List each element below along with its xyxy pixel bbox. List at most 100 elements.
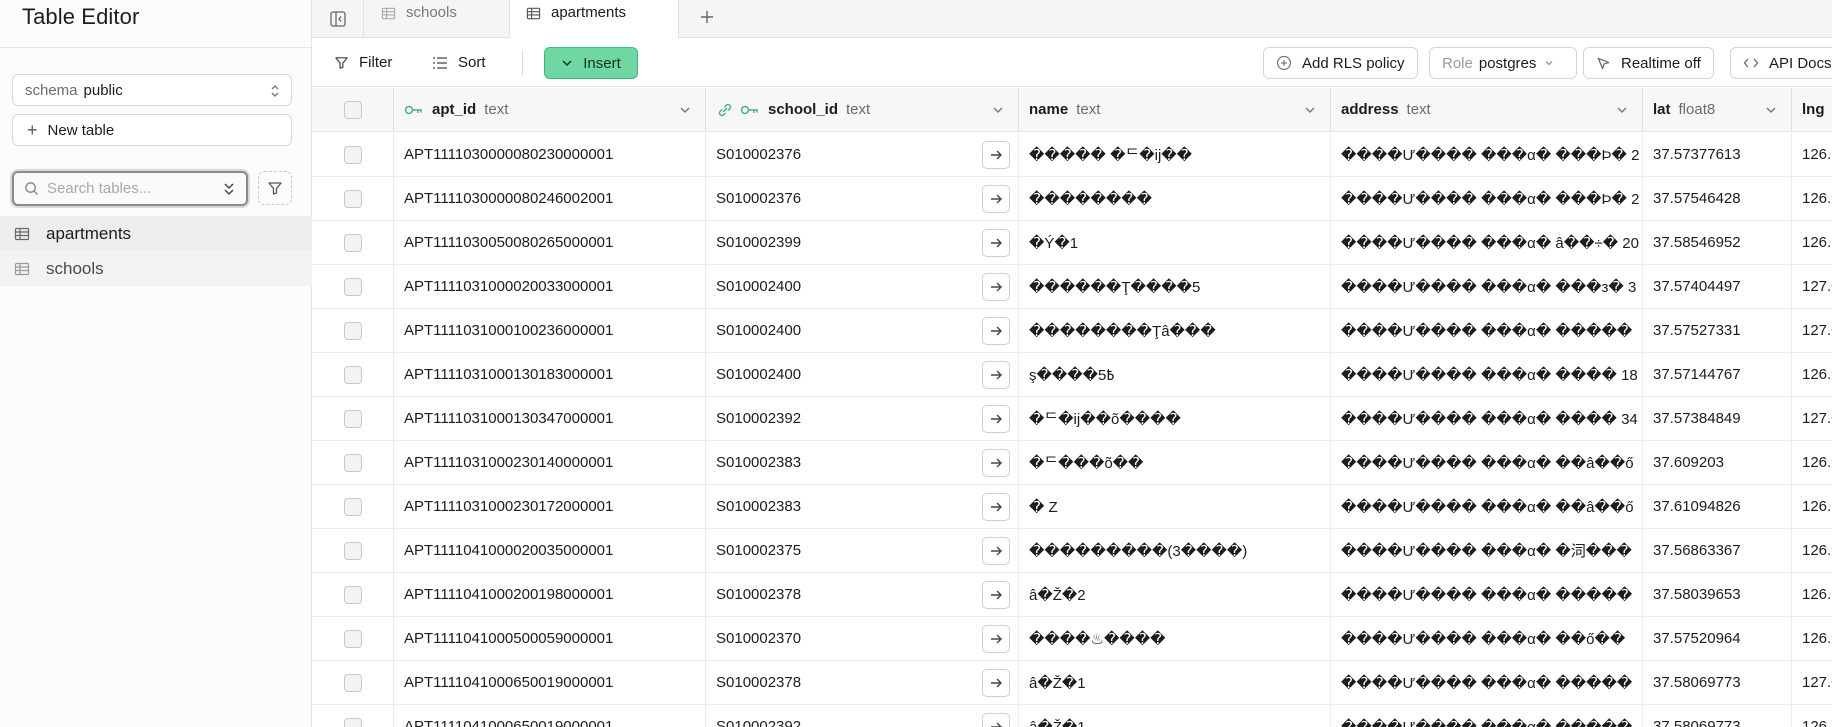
cell-apt-id[interactable]: APT1111041000200198000001 bbox=[394, 573, 706, 616]
schema-select[interactable]: schema public bbox=[12, 74, 292, 106]
cell-lng[interactable]: 127.0 bbox=[1792, 265, 1832, 308]
cell-apt-id[interactable]: APT1111030000080246002001 bbox=[394, 177, 706, 220]
table-row[interactable]: APT1111030000080230000001 S010002376 �����… bbox=[312, 133, 1832, 177]
row-checkbox[interactable] bbox=[343, 673, 362, 692]
cell-lng[interactable]: 127.0 bbox=[1792, 309, 1832, 352]
cell-apt-id[interactable]: APT1111041000650019000001 bbox=[394, 705, 706, 727]
table-row[interactable]: APT1111041000650019000001 S010002378 â�Ž�1… bbox=[312, 661, 1832, 705]
foreign-key-link-button[interactable] bbox=[982, 229, 1010, 257]
cell-school-id[interactable]: S010002376 bbox=[706, 133, 1019, 176]
cell-lng[interactable]: 126. bbox=[1792, 133, 1832, 176]
cell-address[interactable]: ����Ư���� ���α� ��ő�� bbox=[1331, 617, 1643, 660]
foreign-key-link-button[interactable] bbox=[982, 581, 1010, 609]
cell-name[interactable]: ����� �ᄃ�ij�� bbox=[1019, 133, 1331, 176]
search-tables-input[interactable] bbox=[47, 180, 207, 197]
cell-school-id[interactable]: S010002399 bbox=[706, 221, 1019, 264]
cell-lat[interactable]: 37.58069773 bbox=[1643, 705, 1792, 727]
cell-apt-id[interactable]: APT1111031000230140000001 bbox=[394, 441, 706, 484]
cell-lat[interactable]: 37.57527331 bbox=[1643, 309, 1792, 352]
row-checkbox[interactable] bbox=[343, 365, 362, 384]
cell-address[interactable]: ����Ư���� ���α� ����� bbox=[1331, 573, 1643, 616]
cell-name[interactable]: ����♨���� bbox=[1019, 617, 1331, 660]
cell-lng[interactable]: 126. bbox=[1792, 617, 1832, 660]
table-row[interactable]: APT1111041000500059000001 S010002370 ����♨… bbox=[312, 617, 1832, 661]
add-rls-policy-button[interactable]: Add RLS policy bbox=[1263, 47, 1418, 79]
chevron-down-icon[interactable] bbox=[992, 104, 1004, 116]
cell-name[interactable]: â�Ž�1 bbox=[1019, 705, 1331, 727]
cell-school-id[interactable]: S010002400 bbox=[706, 265, 1019, 308]
cell-address[interactable]: ����Ư���� ���α� ���з� 3 bbox=[1331, 265, 1643, 308]
table-row[interactable]: APT1111031000230140000001 S010002383 �ᄃ���… bbox=[312, 441, 1832, 485]
foreign-key-link-button[interactable] bbox=[982, 405, 1010, 433]
tab-schools[interactable]: schools bbox=[365, 0, 510, 38]
cell-lng[interactable]: 127.0 bbox=[1792, 397, 1832, 440]
cell-lat[interactable]: 37.56863367 bbox=[1643, 529, 1792, 572]
cell-school-id[interactable]: S010002400 bbox=[706, 353, 1019, 396]
row-checkbox[interactable] bbox=[343, 629, 362, 648]
cell-school-id[interactable]: S010002392 bbox=[706, 397, 1019, 440]
chevrons-down-icon[interactable] bbox=[222, 181, 236, 197]
cell-lng[interactable]: 126. bbox=[1792, 177, 1832, 220]
row-checkbox[interactable] bbox=[343, 717, 362, 727]
tab-apartments[interactable]: apartments bbox=[510, 0, 679, 39]
cell-name[interactable]: ���������(3����) bbox=[1019, 529, 1331, 572]
cell-school-id[interactable]: S010002392 bbox=[706, 705, 1019, 727]
table-row[interactable]: APT1111041000650019000001 S010002392 â�Ž�1… bbox=[312, 705, 1832, 727]
cell-name[interactable]: â�Ž�1 bbox=[1019, 661, 1331, 704]
api-docs-button[interactable]: API Docs bbox=[1730, 47, 1832, 79]
filter-button[interactable]: Filter bbox=[334, 48, 392, 77]
cell-address[interactable]: ����Ư���� ���α� ����� bbox=[1331, 309, 1643, 352]
foreign-key-link-button[interactable] bbox=[982, 493, 1010, 521]
row-checkbox[interactable] bbox=[343, 453, 362, 472]
cell-school-id[interactable]: S010002383 bbox=[706, 441, 1019, 484]
column-header-apt-id[interactable]: apt_id text bbox=[394, 88, 706, 131]
table-row[interactable]: APT1111031000020033000001 S010002400 �����… bbox=[312, 265, 1832, 309]
column-header-address[interactable]: address text bbox=[1331, 88, 1643, 131]
column-header-school-id[interactable]: school_id text bbox=[706, 88, 1019, 131]
foreign-key-link-button[interactable] bbox=[982, 537, 1010, 565]
cell-lat[interactable]: 37.58069773 bbox=[1643, 661, 1792, 704]
cell-lng[interactable]: 126. bbox=[1792, 485, 1832, 528]
cell-address[interactable]: ����Ư���� ���α� ���� 34 bbox=[1331, 397, 1643, 440]
foreign-key-link-button[interactable] bbox=[982, 449, 1010, 477]
table-row[interactable]: APT1111031000100236000001 S010002400 �����… bbox=[312, 309, 1832, 353]
add-tab-button[interactable] bbox=[692, 2, 722, 32]
cell-school-id[interactable]: S010002383 bbox=[706, 485, 1019, 528]
collapse-sidebar-button[interactable] bbox=[312, 0, 364, 38]
foreign-key-link-button[interactable] bbox=[982, 317, 1010, 345]
cell-lat[interactable]: 37.57377613 bbox=[1643, 133, 1792, 176]
cell-school-id[interactable]: S010002370 bbox=[706, 617, 1019, 660]
cell-apt-id[interactable]: APT1111041000020035000001 bbox=[394, 529, 706, 572]
column-header-lng[interactable]: lng bbox=[1792, 88, 1832, 131]
table-row[interactable]: APT1111030000080246002001 S010002376 �����… bbox=[312, 177, 1832, 221]
cell-address[interactable]: ����Ư���� ���α� ���Þ� 2 bbox=[1331, 177, 1643, 220]
chevron-down-icon[interactable] bbox=[1765, 104, 1777, 116]
cell-name[interactable]: � Z bbox=[1019, 485, 1331, 528]
insert-button[interactable]: Insert bbox=[544, 47, 638, 79]
role-select[interactable]: Role postgres bbox=[1429, 47, 1578, 79]
chevron-down-icon[interactable] bbox=[1616, 104, 1628, 116]
table-row[interactable]: APT1111041000200198000001 S010002378 â�Ž�2… bbox=[312, 573, 1832, 617]
table-row[interactable]: APT1111031000130347000001 S010002392 �ᄃ�ij… bbox=[312, 397, 1832, 441]
cell-lat[interactable]: 37.58039653 bbox=[1643, 573, 1792, 616]
cell-school-id[interactable]: S010002378 bbox=[706, 573, 1019, 616]
row-checkbox[interactable] bbox=[343, 409, 362, 428]
chevron-down-icon[interactable] bbox=[1304, 104, 1316, 116]
cell-school-id[interactable]: S010002376 bbox=[706, 177, 1019, 220]
row-checkbox[interactable] bbox=[343, 145, 362, 164]
row-checkbox[interactable] bbox=[343, 585, 362, 604]
cell-lat[interactable]: 37.609203 bbox=[1643, 441, 1792, 484]
cell-address[interactable]: ����Ư���� ���α� ���� 18 bbox=[1331, 353, 1643, 396]
cell-apt-id[interactable]: APT1111031000020033000001 bbox=[394, 265, 706, 308]
foreign-key-link-button[interactable] bbox=[982, 185, 1010, 213]
cell-lat[interactable]: 37.57404497 bbox=[1643, 265, 1792, 308]
search-tables-field[interactable] bbox=[12, 171, 248, 206]
cell-apt-id[interactable]: APT1111031000130347000001 bbox=[394, 397, 706, 440]
cell-address[interactable]: ����Ư���� ���α� ����� bbox=[1331, 661, 1643, 704]
new-table-button[interactable]: + New table bbox=[12, 114, 292, 146]
sidebar-item-schools[interactable]: schools bbox=[0, 251, 312, 286]
table-row[interactable]: APT1111041000020035000001 S010002375 �����… bbox=[312, 529, 1832, 573]
cell-address[interactable]: ����Ư���� ���α� �泀��� bbox=[1331, 529, 1643, 572]
cell-apt-id[interactable]: APT1111031000130183000001 bbox=[394, 353, 706, 396]
cell-school-id[interactable]: S010002378 bbox=[706, 661, 1019, 704]
